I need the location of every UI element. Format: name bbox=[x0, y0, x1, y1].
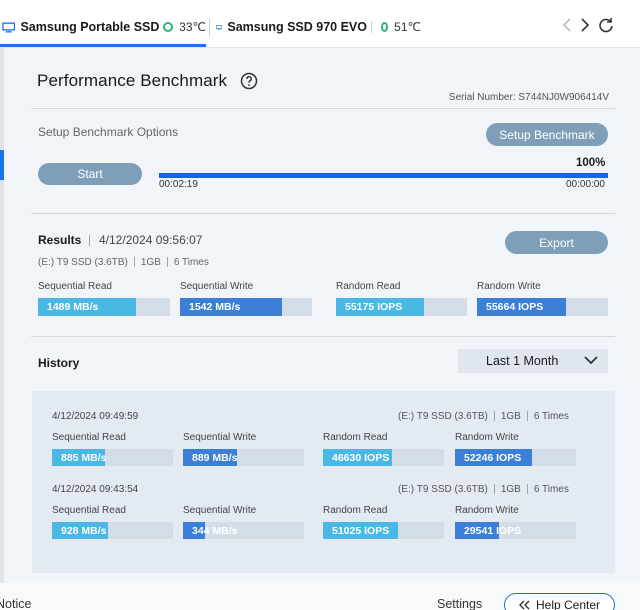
bar-value: 29541 IOPS bbox=[464, 524, 522, 537]
tab-samsung-portable-ssd[interactable]: Samsung Portable SSD 33℃ bbox=[0, 10, 206, 44]
history-rand-write-label: Random Write bbox=[455, 505, 519, 516]
history-entry-info: (E:) T9 SSD (3.6TB) 1GB 6 Times bbox=[398, 484, 569, 495]
history-rand-read-label: Random Read bbox=[323, 505, 388, 516]
result-seq-read-label: Sequential Read bbox=[38, 281, 112, 292]
bar-value: 344 MB/s bbox=[192, 524, 238, 537]
history-seq-write-bar: 344 MB/s bbox=[183, 522, 304, 539]
monitor-icon bbox=[2, 21, 16, 33]
result-seq-write-bar: 1542 MB/s bbox=[180, 298, 312, 316]
bar-value: 51025 IOPS bbox=[332, 524, 390, 537]
result-rand-read-bar: 55175 IOPS bbox=[336, 298, 467, 316]
window-top-strip bbox=[0, 0, 640, 4]
help-icon[interactable] bbox=[240, 72, 258, 90]
scroll-left-button[interactable] bbox=[558, 16, 576, 34]
dropdown-selected-value: Last 1 Month bbox=[486, 354, 559, 368]
divider bbox=[31, 213, 615, 214]
history-rand-read-label: Random Read bbox=[323, 432, 388, 443]
tab-device-name: Samsung SSD 970 EVO bbox=[227, 20, 367, 34]
double-chevron-left-icon bbox=[518, 600, 530, 610]
results-test-info: (E:) T9 SSD (3.6TB) 1GB 6 Times bbox=[38, 257, 209, 268]
history-times: 6 Times bbox=[533, 411, 569, 422]
history-times: 6 Times bbox=[533, 484, 569, 495]
results-title: Results bbox=[38, 233, 82, 247]
benchmark-progress-bar bbox=[159, 173, 608, 178]
divider bbox=[31, 108, 615, 109]
chevron-down-icon bbox=[584, 356, 598, 365]
notice-link[interactable]: Notice bbox=[0, 597, 31, 610]
history-seq-read-label: Sequential Read bbox=[52, 505, 126, 516]
history-seq-read-bar: 928 MB/s bbox=[52, 522, 173, 539]
history-rand-write-bar: 52246 IOPS bbox=[455, 449, 576, 466]
setup-options-label: Setup Benchmark Options bbox=[38, 125, 179, 139]
history-seq-write-label: Sequential Write bbox=[183, 432, 257, 443]
result-rand-write-bar: 55664 IOPS bbox=[477, 298, 608, 316]
export-button[interactable]: Export bbox=[505, 231, 608, 254]
benchmark-progress-fill bbox=[159, 173, 608, 178]
help-center-button[interactable]: Help Center bbox=[504, 593, 615, 610]
bar-value: 46630 IOPS bbox=[332, 451, 390, 464]
bar-value: 55664 IOPS bbox=[486, 301, 544, 313]
bar-value: 55175 IOPS bbox=[345, 301, 403, 313]
chevron-left-icon bbox=[562, 18, 571, 32]
tab-divider bbox=[209, 18, 210, 36]
history-title: History bbox=[38, 356, 80, 370]
page-title: Performance Benchmark bbox=[37, 71, 228, 90]
tab-samsung-ssd-970-evo[interactable]: Samsung SSD 970 EVO 51℃ bbox=[216, 10, 421, 44]
active-tab-indicator bbox=[0, 44, 206, 47]
result-rand-read-label: Random Read bbox=[336, 281, 401, 292]
results-times: 6 Times bbox=[173, 257, 209, 268]
settings-link[interactable]: Settings bbox=[437, 597, 482, 610]
refresh-button[interactable] bbox=[597, 16, 615, 34]
history-drive: (E:) T9 SSD (3.6TB) bbox=[398, 411, 488, 422]
bar-value: 52246 IOPS bbox=[464, 451, 522, 464]
tab-device-name: Samsung Portable SSD bbox=[20, 20, 160, 34]
elapsed-time: 00:02:19 bbox=[159, 179, 198, 190]
result-rand-write-label: Random Write bbox=[477, 281, 541, 292]
history-entry-date: 4/12/2024 09:43:54 bbox=[52, 484, 139, 495]
status-ok-icon bbox=[381, 22, 389, 32]
history-seq-read-label: Sequential Read bbox=[52, 432, 126, 443]
history-drive: (E:) T9 SSD (3.6TB) bbox=[398, 484, 488, 495]
result-seq-write-label: Sequential Write bbox=[180, 281, 254, 292]
start-button[interactable]: Start bbox=[38, 163, 142, 185]
history-rand-read-bar: 51025 IOPS bbox=[323, 522, 444, 539]
status-ok-icon bbox=[163, 22, 174, 32]
history-seq-write-label: Sequential Write bbox=[183, 505, 257, 516]
history-size: 1GB bbox=[500, 411, 521, 422]
tab-temperature: 51℃ bbox=[394, 20, 421, 34]
results-size: 1GB bbox=[140, 257, 161, 268]
history-seq-read-bar: 885 MB/s bbox=[52, 449, 173, 466]
divider bbox=[31, 336, 615, 337]
progress-percent: 100% bbox=[576, 157, 606, 169]
history-rand-read-bar: 46630 IOPS bbox=[323, 449, 444, 466]
bar-value: 1489 MB/s bbox=[47, 301, 99, 313]
history-range-dropdown[interactable]: Last 1 Month bbox=[458, 349, 608, 373]
results-drive: (E:) T9 SSD (3.6TB) bbox=[38, 257, 128, 268]
history-entry-info: (E:) T9 SSD (3.6TB) 1GB 6 Times bbox=[398, 411, 569, 422]
history-rand-write-bar: 29541 IOPS bbox=[455, 522, 576, 539]
results-separator bbox=[89, 235, 90, 246]
serial-number: Serial Number: S744NJ0W906414V bbox=[448, 92, 609, 103]
setup-benchmark-button[interactable]: Setup Benchmark bbox=[486, 123, 608, 146]
history-seq-write-bar: 889 MB/s bbox=[183, 449, 304, 466]
bar-value: 889 MB/s bbox=[192, 451, 238, 464]
refresh-icon bbox=[599, 18, 613, 33]
monitor-icon bbox=[216, 24, 223, 30]
result-seq-read-bar: 1489 MB/s bbox=[38, 298, 170, 316]
history-entry-date: 4/12/2024 09:49:59 bbox=[52, 411, 139, 422]
bar-value: 885 MB/s bbox=[61, 451, 107, 464]
remaining-time: 00:00:00 bbox=[566, 179, 605, 190]
tab-temperature: 33℃ bbox=[179, 20, 206, 34]
bar-value: 1542 MB/s bbox=[189, 301, 241, 313]
chevron-right-icon bbox=[581, 18, 590, 32]
history-size: 1GB bbox=[500, 484, 521, 495]
results-date: 4/12/2024 09:56:07 bbox=[99, 233, 203, 247]
scroll-right-button[interactable] bbox=[576, 16, 594, 34]
history-rand-write-label: Random Write bbox=[455, 432, 519, 443]
help-center-label: Help Center bbox=[535, 598, 601, 610]
bar-value: 928 MB/s bbox=[61, 524, 107, 537]
